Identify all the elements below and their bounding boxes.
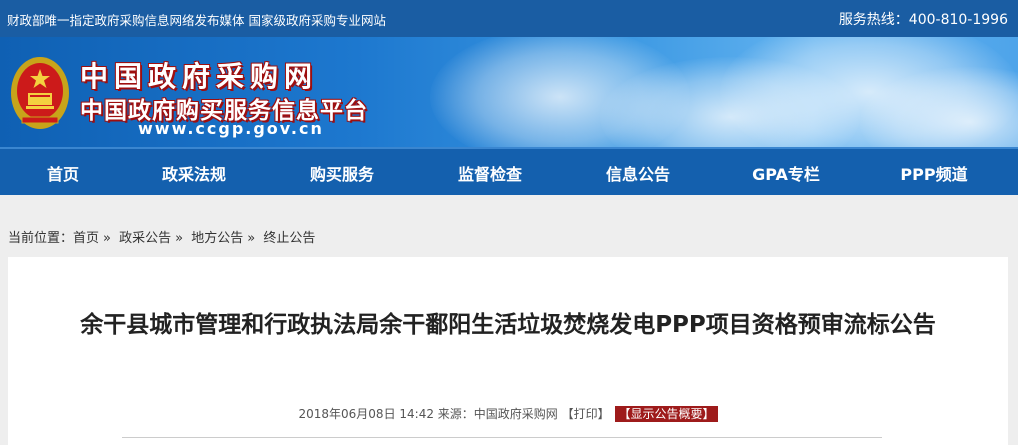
breadcrumb-separator: » <box>175 231 184 246</box>
breadcrumb-separator: » <box>103 231 111 246</box>
national-emblem-icon <box>11 57 69 129</box>
divider <box>122 437 882 438</box>
print-button[interactable]: 【打印】 <box>562 407 610 421</box>
site-tagline: 财政部唯一指定政府采购信息网络发布媒体 国家级政府采购专业网站 <box>7 13 386 28</box>
breadcrumb-termination-announcements[interactable]: 终止公告 <box>263 231 315 246</box>
nav-item-purchase-services[interactable]: 购买服务 <box>272 161 412 185</box>
nav-item-ppp[interactable]: PPP频道 <box>864 161 1004 185</box>
nav-item-gpa[interactable]: GPA专栏 <box>716 161 856 185</box>
main-nav: 首页 政采法规 购买服务 监督检查 信息公告 GPA专栏 PPP频道 <box>0 147 1018 195</box>
breadcrumb-local-announcements[interactable]: 地方公告 <box>191 231 243 246</box>
breadcrumb-separator: » <box>247 231 256 246</box>
article-source: 来源：中国政府采购网 <box>437 407 558 421</box>
article-panel: 余干县城市管理和行政执法局余干鄱阳生活垃圾焚烧发电PPP项目资格预审流标公告 2… <box>8 257 1008 445</box>
top-bar: 财政部唯一指定政府采购信息网络发布媒体 国家级政府采购专业网站 服务热线：400… <box>0 0 1018 37</box>
site-banner: 中国政府采购网 中国政府购买服务信息平台 www.ccgp.gov.cn <box>0 37 1018 147</box>
breadcrumb-gov-announcements[interactable]: 政采公告 <box>119 231 171 246</box>
article-meta: 2018年06月08日 14:42 来源：中国政府采购网 【打印】 【显示公告概… <box>8 405 1008 422</box>
article-title: 余干县城市管理和行政执法局余干鄱阳生活垃圾焚烧发电PPP项目资格预审流标公告 <box>80 312 936 338</box>
nav-item-regulations[interactable]: 政采法规 <box>124 161 264 185</box>
service-hotline: 服务热线：400-810-1996 <box>838 12 1008 28</box>
breadcrumb-prefix: 当前位置： <box>8 231 74 246</box>
article-date: 2018年06月08日 14:42 <box>298 407 434 421</box>
breadcrumb-home[interactable]: 首页 <box>73 231 99 246</box>
breadcrumb: 当前位置：首页 » 政采公告 » 地方公告 » 终止公告 <box>8 227 319 246</box>
site-logo-title[interactable]: 中国政府采购网 <box>80 55 318 95</box>
nav-item-announcements[interactable]: 信息公告 <box>568 161 708 185</box>
nav-item-supervision[interactable]: 监督检查 <box>420 161 560 185</box>
show-summary-button[interactable]: 【显示公告概要】 <box>615 406 718 422</box>
site-url: www.ccgp.gov.cn <box>138 119 324 138</box>
nav-item-home[interactable]: 首页 <box>0 161 133 185</box>
